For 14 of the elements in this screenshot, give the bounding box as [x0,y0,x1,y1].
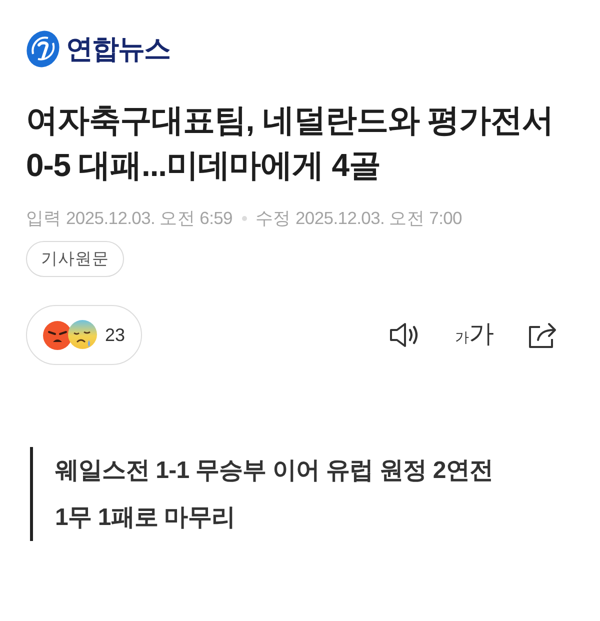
tearful-face-icon [68,320,97,350]
logo-icon [26,30,60,68]
news-logo[interactable]: 연합뉴스 [26,30,170,68]
published-time: 입력 2025.12.03. 오전 6:59 [26,207,232,230]
article-headline: 여자축구대표팀, 네덜란드와 평가전서 0-5 대패...미데마에게 4골 [26,101,554,185]
reaction-count: 23 [105,324,126,346]
angry-face-icon [43,320,72,350]
original-article-button[interactable]: 기사원문 [26,241,124,277]
reaction-button[interactable]: 23 [26,305,142,365]
logo-text: 연합뉴스 [66,33,170,66]
separator-dot-icon [242,216,246,220]
subheadline-text: 웨일스전 1-1 무승부 이어 유럽 원정 2연전 1무 1패로 마무리 [55,456,494,533]
modified-time: 수정 2025.12.03. 오전 7:00 [256,207,462,230]
font-size-button[interactable]: 가가 [455,318,494,352]
